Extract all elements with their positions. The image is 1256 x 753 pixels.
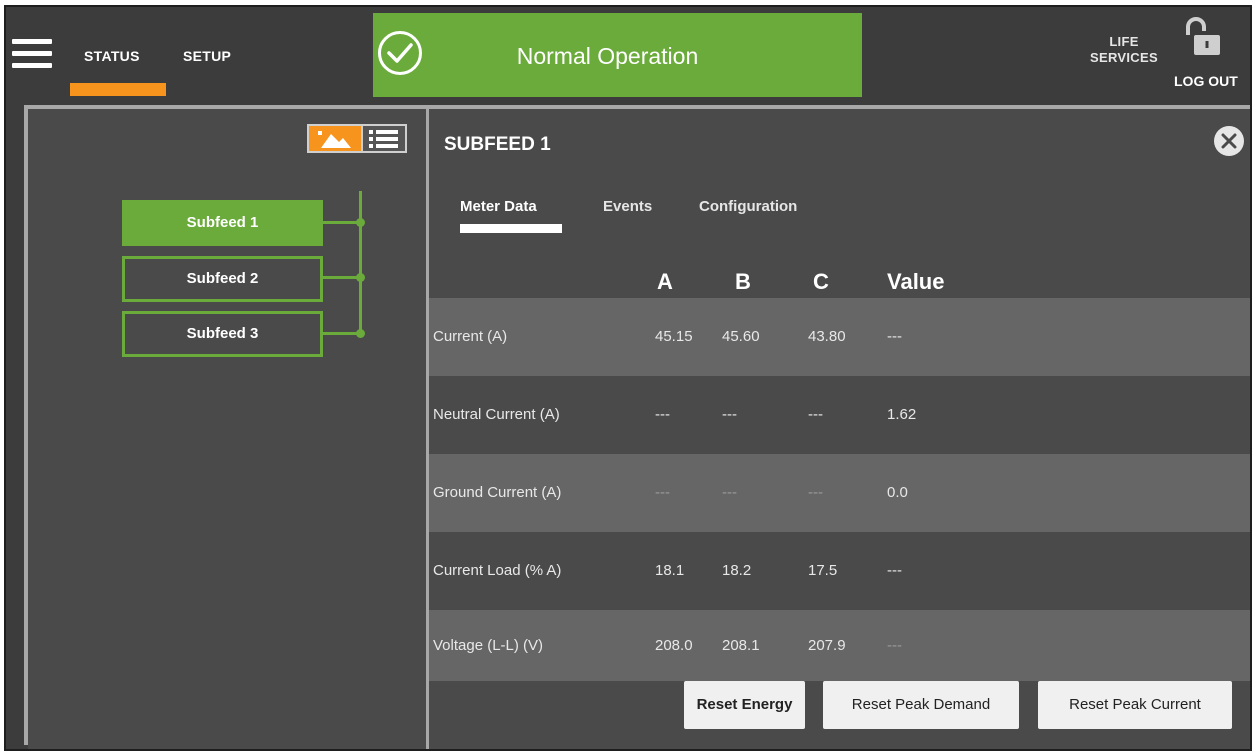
active-tab-indicator bbox=[460, 224, 562, 233]
phase-c-value: 43.80 bbox=[808, 328, 846, 345]
reset-energy-button[interactable]: Reset Energy bbox=[684, 681, 805, 729]
phase-a-value: --- bbox=[655, 406, 670, 423]
status-text: Normal Operation bbox=[516, 43, 699, 69]
table-row: Ground Current (A) --- --- --- 0.0 bbox=[429, 454, 1250, 532]
life-services-line1: LIFE bbox=[1109, 34, 1139, 49]
bus-node-1 bbox=[356, 218, 365, 227]
top-bar: STATUS SETUP Normal Operation LIFE SERVI… bbox=[6, 7, 1250, 97]
logout-button[interactable]: LOG OUT bbox=[1174, 73, 1238, 89]
total-value: 1.62 bbox=[887, 406, 917, 423]
subfeed-1-button[interactable]: Subfeed 1 bbox=[122, 200, 323, 246]
tab-configuration[interactable]: Configuration bbox=[699, 198, 797, 215]
column-header-a: A bbox=[657, 269, 673, 294]
life-services-line2: SERVICES bbox=[1090, 50, 1158, 65]
row-label: Voltage (L-L) (V) bbox=[433, 637, 544, 654]
detail-title: SUBFEED 1 bbox=[444, 134, 551, 155]
hamburger-menu-icon[interactable] bbox=[12, 39, 52, 69]
total-value: --- bbox=[887, 637, 902, 654]
phase-b-value: --- bbox=[722, 484, 737, 501]
column-header-value: Value bbox=[887, 269, 945, 294]
total-value: 0.0 bbox=[887, 484, 908, 501]
list-icon bbox=[369, 130, 398, 148]
nav-active-indicator bbox=[70, 83, 166, 96]
subfeed-2-button[interactable]: Subfeed 2 bbox=[122, 256, 323, 302]
phase-b-value: 18.2 bbox=[722, 562, 752, 579]
table-row: Neutral Current (A) --- --- --- 1.62 bbox=[429, 376, 1250, 454]
phase-b-value: --- bbox=[722, 406, 737, 423]
row-label: Current (A) bbox=[433, 328, 508, 345]
bus-node-2 bbox=[356, 273, 365, 282]
meter-detail-panel: SUBFEED 1 Meter Data Events Configuratio… bbox=[429, 109, 1250, 749]
life-services-link[interactable]: LIFE SERVICES bbox=[1084, 34, 1164, 66]
phase-c-value: 17.5 bbox=[808, 562, 838, 579]
reset-peak-current-button[interactable]: Reset Peak Current bbox=[1038, 681, 1232, 729]
row-label: Current Load (% A) bbox=[433, 562, 562, 579]
row-label: Ground Current (A) bbox=[433, 484, 562, 501]
subfeed-diagram-panel: Subfeed 1 Subfeed 2 Subfeed 3 bbox=[28, 109, 426, 749]
main-bus-line bbox=[359, 191, 362, 335]
close-icon[interactable] bbox=[1214, 126, 1244, 156]
reset-peak-demand-button[interactable]: Reset Peak Demand bbox=[823, 681, 1019, 729]
phase-b-value: 45.60 bbox=[722, 328, 760, 345]
phase-b-value: 208.1 bbox=[722, 637, 760, 654]
total-value: --- bbox=[887, 328, 902, 345]
nav-tab-status[interactable]: STATUS bbox=[84, 48, 140, 64]
nav-tab-setup[interactable]: SETUP bbox=[183, 48, 231, 64]
total-value: --- bbox=[887, 562, 902, 579]
phase-a-value: --- bbox=[655, 484, 670, 501]
view-toggle bbox=[307, 124, 407, 157]
row-label: Neutral Current (A) bbox=[433, 406, 560, 423]
phase-a-value: 18.1 bbox=[655, 562, 685, 579]
unlock-icon[interactable] bbox=[1184, 17, 1222, 57]
phase-c-value: 207.9 bbox=[808, 637, 846, 654]
table-row: Current Load (% A) 18.1 18.2 17.5 --- bbox=[429, 532, 1250, 610]
app-frame: STATUS SETUP Normal Operation LIFE SERVI… bbox=[4, 5, 1252, 751]
column-header-b: B bbox=[735, 269, 751, 294]
subfeed-3-button[interactable]: Subfeed 3 bbox=[122, 311, 323, 357]
tab-meter-data[interactable]: Meter Data bbox=[460, 198, 537, 215]
tab-events[interactable]: Events bbox=[603, 198, 652, 215]
list-view-button[interactable] bbox=[363, 124, 407, 153]
phase-a-value: 208.0 bbox=[655, 637, 693, 654]
column-header-c: C bbox=[813, 269, 829, 294]
phase-c-value: --- bbox=[808, 406, 823, 423]
map-icon bbox=[318, 131, 351, 148]
status-banner: Normal Operation bbox=[373, 13, 862, 97]
bus-node-3 bbox=[356, 329, 365, 338]
phase-c-value: --- bbox=[808, 484, 823, 501]
map-view-button[interactable] bbox=[307, 124, 363, 153]
table-row: Voltage (L-L) (V) 208.0 208.1 207.9 --- bbox=[429, 610, 1250, 681]
phase-a-value: 45.15 bbox=[655, 328, 693, 345]
table-row: Current (A) 45.15 45.60 43.80 --- bbox=[429, 298, 1250, 376]
